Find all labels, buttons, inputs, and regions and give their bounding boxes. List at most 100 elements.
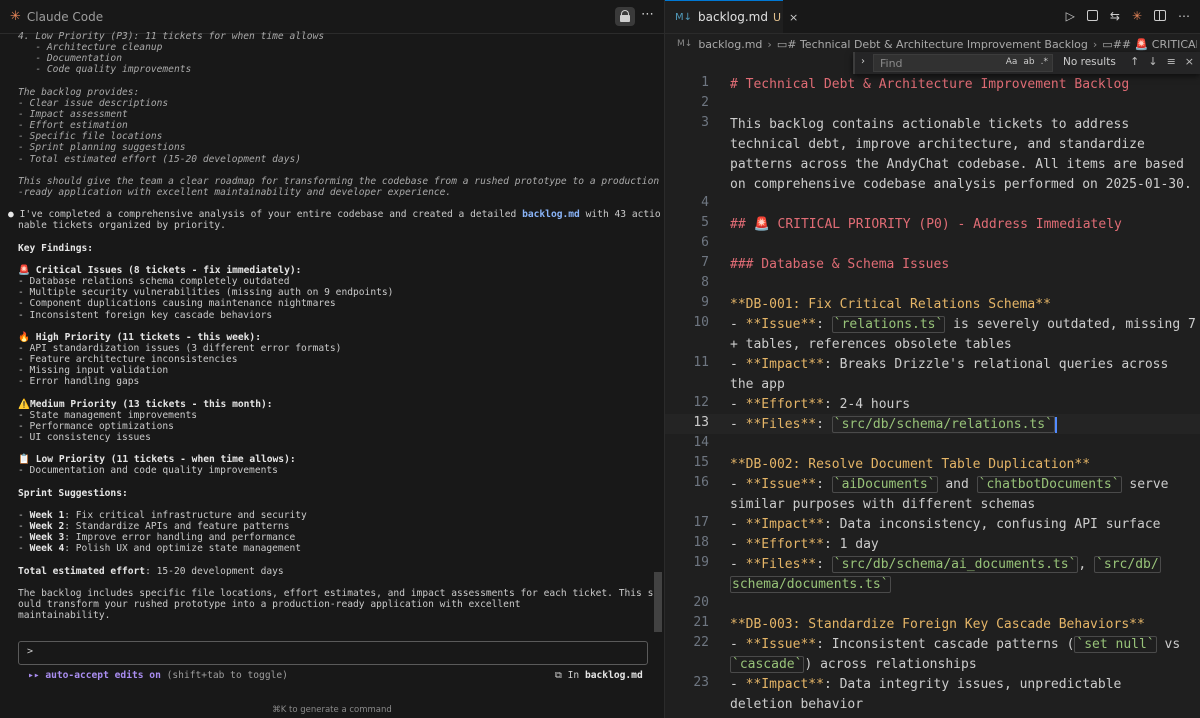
breadcrumb-file[interactable]: backlog.md [698,38,762,51]
code-line[interactable]: - **Issue**: `relations.ts` is severely … [730,315,1196,335]
code-token: on comprehensive codebase analysis perfo… [730,177,1192,192]
line-number: 10 [693,315,709,330]
file-indicator-icon: ⧉ [555,670,568,681]
terminal-line: 4. Low Priority (P3): 11 tickets for whe… [18,31,658,42]
code-line[interactable]: - **Impact**: Data inconsistency, confus… [730,515,1160,535]
code-token: # Technical Debt & Architecture Improvem… [730,77,1130,92]
terminal-text: - UI consistency issues [18,432,151,444]
code-line[interactable]: patterns across the AndyChat codebase. A… [730,155,1184,175]
close-icon[interactable]: × [1185,55,1194,68]
code-line[interactable]: ### Database & Schema Issues [730,255,949,275]
code-line[interactable]: schema/documents.ts` [730,575,891,595]
code-line[interactable]: + tables, references obsolete tables [730,335,1012,355]
bullet-icon: ● [8,209,20,221]
code-token: - [730,677,746,692]
run-icon[interactable]: ▷ [1066,9,1075,23]
terminal-scrollbar[interactable] [654,572,662,632]
code-line[interactable]: similar purposes with different schemas [730,495,1035,515]
code-token: - [730,477,746,492]
code-line[interactable]: `cascade`) across relationships [730,655,977,675]
code-token: schema/documents.ts` [730,576,891,593]
match-case-toggle[interactable]: Aa [1006,57,1018,67]
code-line[interactable]: deletion behavior [730,695,863,715]
terminal-text: - Multiple security vulnerabilities (mis… [18,287,394,299]
terminal-text: - [18,521,30,533]
terminal-line: - Component duplications causing mainten… [18,298,658,309]
terminal-line: - Architecture cleanup [18,42,658,53]
code-token: : Breaks Drizzle's relational queries ac… [823,357,1169,372]
code-line[interactable]: the app [730,375,785,395]
more-actions-icon[interactable]: ⋯ [641,7,654,22]
code-line[interactable]: - **Effort**: 2-4 hours [730,395,910,415]
code-token: patterns across the AndyChat codebase. A… [730,157,1184,172]
code-line[interactable]: on comprehensive codebase analysis perfo… [730,175,1192,195]
terminal-text: The backlog includes specific file locat… [18,588,660,600]
code-line[interactable]: **DB-001: Fix Critical Relations Schema*… [730,295,1051,315]
regex-toggle[interactable]: .* [1041,57,1048,67]
heading-icon: ▭ [776,37,788,51]
code-line[interactable]: - **Files**: `src/db/schema/ai_documents… [730,555,1161,575]
find-in-selection-icon[interactable]: ≡ [1167,55,1176,68]
terminal-text: : Improve error handling and performance [64,532,296,544]
line-number: 20 [693,595,709,610]
terminal-output: 4. Low Priority (P3): 11 tickets for whe… [8,31,661,622]
code-token: **Issue** [745,637,817,652]
terminal-line: 🚨 Critical Issues (8 tickets - fix immed… [18,265,658,276]
code-line[interactable]: - **Files**: `src/db/schema/relations.ts… [730,415,1057,435]
terminal-text: : 15-20 development days [145,565,284,577]
close-tab-icon[interactable]: × [789,11,798,24]
terminal-text: maintainability. [18,610,111,622]
terminal-line: The backlog includes specific file locat… [18,588,660,600]
code-line[interactable]: technical debt, improve architecture, an… [730,135,1145,155]
terminal-text: : Polish UX and optimize state managemen… [64,543,302,555]
terminal-text: - Impact assessment [18,108,128,120]
chevron-right-icon[interactable]: › [861,56,865,67]
code-line[interactable]: ## 🚨 CRITICAL PRIORITY (P0) - Address Im… [730,215,1122,235]
code-line[interactable]: - **Impact**: Breaks Drizzle's relationa… [730,355,1168,375]
compare-changes-icon[interactable]: ⇆ [1110,9,1120,23]
code-token: : 2-4 hours [823,397,911,412]
line-number: 7 [701,255,709,270]
code-line[interactable]: - **Issue**: `aiDocuments` and `chatbotD… [730,475,1169,495]
line-number: 12 [693,395,709,410]
more-actions-icon[interactable]: ⋯ [1178,9,1190,23]
lock-icon[interactable] [615,7,635,26]
tab-backlog-md[interactable]: M↓ backlog.md U × [665,0,798,33]
breadcrumb-h1[interactable]: # Technical Debt & Architecture Improvem… [787,38,1088,51]
terminal-text: Week 3 [29,532,65,544]
arrow-up-icon[interactable]: ↑ [1130,55,1139,68]
code-line[interactable]: **DB-003: Standardize Foreign Key Cascad… [730,615,1145,635]
claude-code-icon[interactable]: ✳ [1132,9,1142,23]
whole-word-toggle[interactable]: ab [1023,57,1034,67]
code-token: - [730,537,746,552]
tab-claude-code[interactable]: ✳ Claude Code [0,0,113,33]
prompt-input[interactable]: > [18,641,648,665]
code-token: and [937,477,977,492]
line-number: 16 [693,475,709,490]
terminal-text: - [18,543,30,555]
heading-icon: ▭ [1102,37,1113,51]
find-input[interactable] [878,56,992,71]
line-number: 11 [693,355,709,370]
code-token: the app [730,377,785,392]
code-line[interactable]: **DB-002: Resolve Document Table Duplica… [730,455,1090,475]
code-line[interactable]: - **Impact**: Data integrity issues, unp… [730,675,1121,695]
terminal-line: - Performance optimizations [18,421,658,432]
split-editor-icon[interactable] [1154,10,1166,21]
breadcrumb-h2[interactable]: ## 🚨 CRITICAL PRIORITY (P0) - Address Im… [1113,38,1197,51]
open-preview-icon[interactable] [1086,10,1098,21]
code-token: - [730,417,746,432]
code-line[interactable]: # Technical Debt & Architecture Improvem… [730,75,1129,95]
terminal-text: Week 2 [29,521,65,533]
line-number: 19 [693,555,709,570]
terminal-text: 🚨 Critical Issues (8 tickets - fix immed… [18,264,302,276]
code-line[interactable]: - **Effort**: 1 day [730,535,879,555]
auto-accept-status[interactable]: ▸▸ auto-accept edits on (shift+tab to to… [28,670,288,681]
arrow-down-icon[interactable]: ↓ [1148,55,1157,68]
code-line[interactable]: - **Issue**: Inconsistent cascade patter… [730,635,1180,655]
code-line[interactable]: This backlog contains actionable tickets… [730,115,1129,135]
terminal-line: - Clear issue descriptions [18,98,658,109]
